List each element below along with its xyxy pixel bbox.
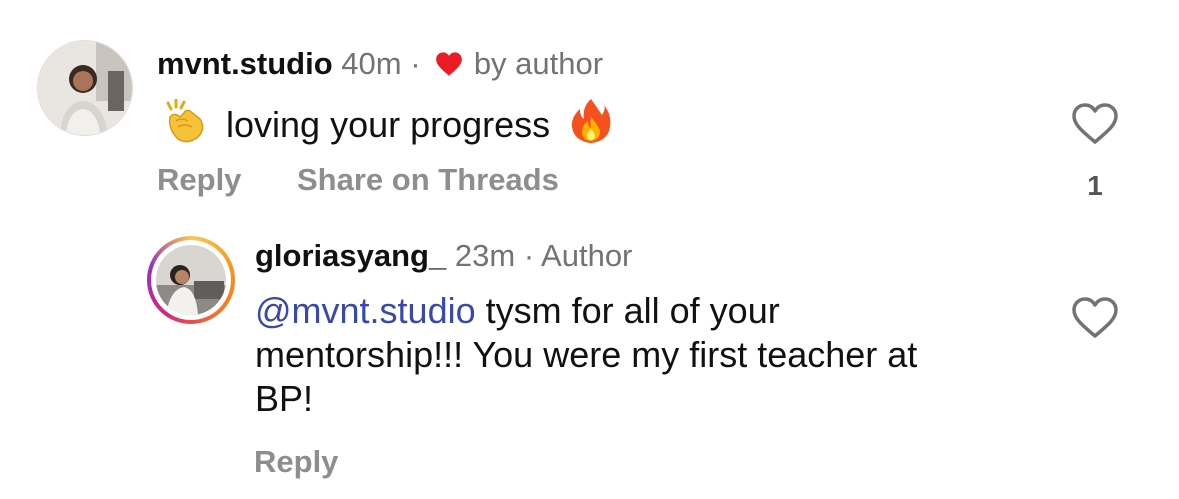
reply-button[interactable]: Reply — [254, 444, 338, 480]
username[interactable]: gloriasyang_ — [255, 238, 446, 273]
comment-text-line1: tysm for all of your — [475, 290, 780, 331]
separator: · — [410, 46, 421, 81]
comment-text-line3: BP! — [255, 378, 314, 419]
fire-emoji — [570, 97, 612, 155]
mention-link[interactable]: @mvnt.studio — [255, 290, 476, 331]
timestamp: 40m — [341, 46, 402, 81]
comment-text: @mvnt.studio tysm for all of your mentor… — [255, 289, 1055, 421]
comment-text-content: loving your progress — [226, 104, 551, 145]
heart-outline-icon[interactable] — [1071, 102, 1119, 151]
like-count: 1 — [1087, 170, 1103, 201]
share-on-threads-button[interactable]: Share on Threads — [297, 162, 559, 198]
liked-by-author-label: by author — [473, 46, 604, 81]
author-badge: Author — [541, 238, 633, 273]
comment-text-line2: mentorship!!! You were my first teacher … — [255, 334, 918, 375]
reply-button[interactable]: Reply — [157, 162, 241, 198]
comment-header: gloriasyang_ 23m · Author — [255, 238, 632, 274]
separator: · — [523, 238, 535, 273]
avatar — [156, 245, 226, 315]
red-heart-icon — [435, 49, 463, 85]
avatar[interactable] — [37, 40, 133, 136]
timestamp: 23m — [454, 238, 516, 273]
comment-header: mvnt.studio 40m · by author — [157, 46, 603, 85]
username[interactable]: mvnt.studio — [157, 46, 333, 81]
avatar-story-ring[interactable] — [147, 236, 235, 324]
comment-text: loving your progress — [160, 97, 612, 155]
clapping-hands-emoji — [160, 98, 208, 155]
heart-outline-icon[interactable] — [1071, 296, 1119, 345]
